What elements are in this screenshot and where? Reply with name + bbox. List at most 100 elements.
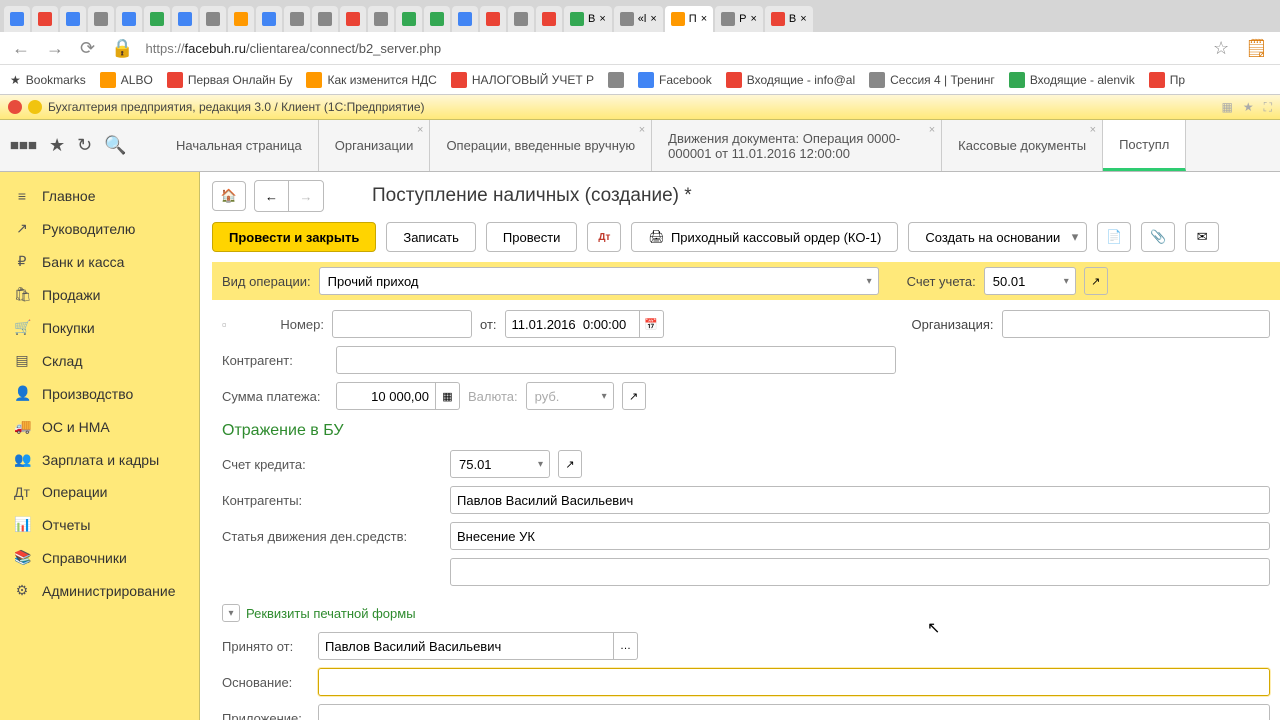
home-button[interactable]: 🏠 [212,181,246,211]
app-title-bar: Бухгалтерия предприятия, редакция 3.0 / … [0,95,1280,120]
print-requisites-toggle[interactable]: ▾ Реквизиты печатной формы [222,604,1270,622]
close-icon[interactable]: × [929,124,935,136]
apps-icon[interactable]: ⏹⏹⏹ [10,135,37,156]
close-icon[interactable]: × [639,124,645,136]
star-icon[interactable]: ★ [49,135,65,156]
action-toolbar: Провести и закрыть Записать Провести Дт … [212,222,1280,252]
sidebar-item-operations[interactable]: ДтОперации [0,476,199,508]
number-input[interactable] [332,310,472,338]
received-from-label: Принято от: [222,639,310,654]
cashflow-label: Статья движения ден.средств: [222,529,442,544]
sidebar-item-salary[interactable]: 👥Зарплата и кадры [0,443,199,476]
sum-label: Сумма платежа: [222,389,328,404]
tab-home[interactable]: Начальная страница [160,120,319,171]
tab-cash-docs[interactable]: Кассовые документы× [942,120,1103,171]
dtkt-button[interactable]: Дт [587,222,621,252]
counterparty-input[interactable] [336,346,896,374]
mail-button[interactable]: ✉ [1185,222,1219,252]
calculator-icon[interactable]: ▦ [436,382,460,410]
main-content: 🏠 ← → Поступление наличных (создание) * … [200,172,1280,720]
bookmarks-button[interactable]: ★ Bookmarks [10,73,86,87]
op-type-select[interactable]: Прочий приход [319,267,879,295]
sidebar-item-purchases[interactable]: 🛒Покупки [0,311,199,344]
counterparties-label: Контрагенты: [222,493,442,508]
currency-open-button[interactable]: ↗ [622,382,646,410]
sidebar-item-assets[interactable]: 🚚ОС и НМА [0,410,199,443]
basis-input[interactable] [318,668,1270,696]
save-button[interactable]: Записать [386,222,476,252]
page-title: Поступление наличных (создание) * [372,185,692,207]
truck-icon: 🚚 [14,418,30,435]
tab-manual-ops[interactable]: Операции, введенные вручную× [430,120,652,171]
browser-toolbar: ← → ⟳ 🔒 https://facebuh.ru/clientarea/co… [0,32,1280,65]
account-open-button[interactable]: ↗ [1084,267,1108,295]
extra-input[interactable] [450,558,1270,586]
worker-icon: 👤 [14,385,30,402]
op-type-label: Вид операции: [222,274,311,289]
tab-doc-movements[interactable]: Движения документа: Операция 0000-000001… [652,120,942,171]
sidebar-item-admin[interactable]: ⚙Администрирование [0,574,199,607]
close-icon[interactable]: × [417,124,423,136]
people-icon: 👥 [14,451,30,468]
box-icon: ▤ [14,352,30,369]
received-from-input[interactable] [318,632,614,660]
account-label: Счет учета: [907,274,976,289]
history-icon[interactable]: ↻ [77,135,92,156]
basis-label: Основание: [222,675,310,690]
sidebar-item-sales[interactable]: 🛍Продажи [0,278,199,311]
counterparty-label: Контрагент: [222,353,328,368]
select-icon[interactable]: … [614,632,638,660]
nav-back-button[interactable]: ← [255,181,289,211]
tab-incoming-cash[interactable]: Поступл [1103,120,1186,171]
report-button[interactable]: 📄 [1097,222,1131,252]
date-label: от: [480,317,497,332]
tab-orgs[interactable]: Организации× [319,120,431,171]
account-select[interactable]: 50.01 [984,267,1076,295]
star-icon[interactable]: ☆ [1209,38,1233,59]
cart-icon: 🛒 [14,319,30,336]
search-icon[interactable]: 🔍 [104,135,126,156]
org-input[interactable] [1002,310,1270,338]
nav-forward-button[interactable]: → [289,181,323,211]
counterparties-input[interactable] [450,486,1270,514]
currency-select[interactable]: руб. [526,382,614,410]
attachment-label: Приложение: [222,711,310,720]
currency-label: Валюта: [468,389,518,404]
calendar-icon[interactable]: 📅 [640,310,664,338]
bookmarks-bar: ★ Bookmarks ALBO Первая Онлайн Бу Как из… [0,65,1280,95]
sidebar: ≡Главное ↗Руководителю ₽Банк и касса 🛍Пр… [0,172,200,720]
address-bar[interactable]: https://facebuh.ru/clientarea/connect/b2… [146,41,1201,56]
back-icon[interactable]: ← [8,38,34,59]
number-label: Номер: [244,317,324,332]
sidebar-item-bank[interactable]: ₽Банк и касса [0,245,199,278]
sum-input[interactable] [336,382,436,410]
sidebar-item-main[interactable]: ≡Главное [0,180,199,212]
attach-button[interactable]: 📎 [1141,222,1175,252]
browser-tab-strip: В× «l× П× Р× В× [0,0,1280,32]
sidebar-item-production[interactable]: 👤Производство [0,377,199,410]
forward-icon[interactable]: → [42,38,68,59]
sidebar-item-warehouse[interactable]: ▤Склад [0,344,199,377]
post-button[interactable]: Провести [486,222,578,252]
credit-open-button[interactable]: ↗ [558,450,582,478]
sidebar-item-reports[interactable]: 📊Отчеты [0,508,199,541]
operation-type-row: Вид операции: Прочий приход Счет учета: … [212,262,1280,300]
post-and-close-button[interactable]: Провести и закрыть [212,222,376,252]
attachment-input[interactable] [318,704,1270,720]
gear-icon: ⚙ [14,582,30,599]
notes-icon[interactable]: 🗒 [1241,38,1272,59]
create-based-button[interactable]: Создать на основании [908,222,1087,252]
close-icon[interactable]: × [1090,124,1096,136]
credit-account-label: Счет кредита: [222,457,442,472]
books-icon: 📚 [14,549,30,566]
date-input[interactable] [505,310,640,338]
doc-icon: ▫ [222,317,236,332]
sidebar-item-manager[interactable]: ↗Руководителю [0,212,199,245]
credit-account-select[interactable]: 75.01 [450,450,550,478]
print-order-button[interactable]: 🖨 Приходный кассовый ордер (КО-1) [631,222,898,252]
reload-icon[interactable]: ⟳ [76,38,99,59]
cashflow-input[interactable] [450,522,1270,550]
chart-icon: ↗ [14,220,30,237]
sidebar-item-catalogs[interactable]: 📚Справочники [0,541,199,574]
menu-icon: ≡ [14,188,30,204]
